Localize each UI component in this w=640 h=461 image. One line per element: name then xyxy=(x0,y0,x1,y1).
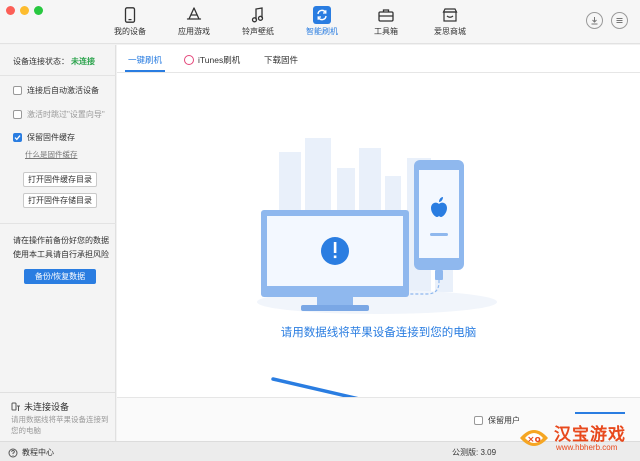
version-label: 公测版: 3.09 xyxy=(452,448,497,457)
zoom-window-button[interactable] xyxy=(34,6,43,15)
warning-line: 请在操作前备份好您的数据 xyxy=(13,236,109,245)
checkbox[interactable] xyxy=(13,86,22,95)
firmware-cache-link[interactable]: 什么是固件缓存 xyxy=(25,149,78,160)
option-label: 连接后自动激活设备 xyxy=(27,86,99,95)
nav-label: 铃声壁纸 xyxy=(242,27,274,36)
active-tab-indicator xyxy=(125,70,165,72)
nav-apps-games[interactable]: 应用游戏 xyxy=(162,6,226,42)
option-keep-cache[interactable]: 保留固件缓存 xyxy=(13,132,75,143)
device-hint: 请用数据线将苹果设备连接到您的电脑 xyxy=(11,415,109,435)
tab-label: iTunes刷机 xyxy=(198,55,241,65)
divider xyxy=(0,75,116,76)
minimize-window-button[interactable] xyxy=(20,6,29,15)
tab-label: 下载固件 xyxy=(264,55,299,65)
risk-warning: 请在操作前备份好您的数据 使用本工具请自行承担风险 xyxy=(13,234,109,262)
warning-line: 使用本工具请自行承担风险 xyxy=(13,250,109,259)
status-label: 设备连接状态： xyxy=(13,57,69,66)
phone-icon xyxy=(121,6,139,24)
main-panel: 一键刷机 iTunes刷机 下载固件 请用数据线将苹果设备连接到您的电脑 保留用… xyxy=(117,45,640,441)
tab-itunes-flash[interactable]: iTunes刷机 xyxy=(184,54,240,66)
toolbox-icon xyxy=(377,6,395,24)
checkbox-checked[interactable] xyxy=(13,133,22,142)
status-value: 未连接 xyxy=(71,57,95,66)
option-label: 保留固件缓存 xyxy=(27,133,75,142)
watermark-title: 汉宝游戏 xyxy=(554,425,626,445)
tab-one-click-flash[interactable]: 一键刷机 xyxy=(128,54,162,66)
connect-device-illustration xyxy=(257,138,497,314)
nav-label: 应用游戏 xyxy=(178,27,210,36)
menu-icon xyxy=(616,18,623,23)
device-link-icon xyxy=(11,402,20,411)
nav-label: 爱思商城 xyxy=(434,27,466,36)
itunes-icon xyxy=(184,55,194,65)
device-title-text: 未连接设备 xyxy=(24,402,70,412)
option-auto-activate[interactable]: 连接后自动激活设备 xyxy=(13,85,99,96)
open-cache-folder-button[interactable]: 打开固件缓存目录 xyxy=(23,172,97,187)
nav-label: 工具箱 xyxy=(374,27,398,36)
window-controls xyxy=(6,6,43,15)
svg-text:×o: ×o xyxy=(527,435,541,445)
menu-button[interactable] xyxy=(611,12,628,29)
connection-status: 设备连接状态： 未连接 xyxy=(13,56,95,67)
watermark-url: www.hbherb.com xyxy=(556,443,618,452)
backup-restore-button[interactable]: 备份/恢复数据 xyxy=(24,269,96,284)
site-watermark: ×o 汉宝游戏 www.hbherb.com xyxy=(514,418,638,460)
nav-toolbox[interactable]: 工具箱 xyxy=(354,6,418,42)
tutorial-center-link[interactable]: 教程中心 xyxy=(8,447,54,458)
nav-my-device[interactable]: 我的设备 xyxy=(98,6,162,42)
watermark-logo-icon: ×o xyxy=(520,430,548,446)
device-status-panel: 未连接设备 请用数据线将苹果设备连接到您的电脑 xyxy=(0,392,116,442)
help-icon xyxy=(8,448,18,457)
top-right-controls xyxy=(586,12,628,29)
download-button[interactable] xyxy=(586,12,603,29)
option-label: 激活时跳过"设置向导" xyxy=(27,110,105,119)
option-skip-setup[interactable]: 激活时跳过"设置向导" xyxy=(13,109,105,120)
close-window-button[interactable] xyxy=(6,6,15,15)
nav-ringtones[interactable]: 铃声壁纸 xyxy=(226,6,290,42)
nav-label: 智能刷机 xyxy=(306,27,338,36)
tab-label: 一键刷机 xyxy=(128,55,163,65)
nav-label: 我的设备 xyxy=(114,27,146,36)
nav-store[interactable]: 爱思商城 xyxy=(418,6,482,42)
tutorial-label: 教程中心 xyxy=(22,448,54,457)
checkbox[interactable] xyxy=(474,416,483,425)
store-icon xyxy=(441,6,459,24)
start-flash-button[interactable] xyxy=(575,412,625,414)
check-icon xyxy=(14,135,21,141)
main-nav: 我的设备 应用游戏 铃声壁纸 智能刷机 工具箱 爱思商城 xyxy=(98,6,482,42)
app-store-icon xyxy=(185,6,203,24)
divider xyxy=(0,223,116,224)
flash-tabs: 一键刷机 iTunes刷机 下载固件 xyxy=(117,45,640,73)
download-icon xyxy=(591,17,598,25)
connect-message: 请用数据线将苹果设备连接到您的电脑 xyxy=(280,327,477,339)
music-note-icon xyxy=(249,6,267,24)
checkbox[interactable] xyxy=(13,110,22,119)
refresh-icon xyxy=(313,6,331,24)
top-toolbar: 我的设备 应用游戏 铃声壁纸 智能刷机 工具箱 爱思商城 xyxy=(0,0,640,44)
sidebar: 设备连接状态： 未连接 连接后自动激活设备 激活时跳过"设置向导" 保留固件缓存 … xyxy=(0,45,116,441)
tab-download-firmware[interactable]: 下载固件 xyxy=(264,54,298,66)
device-title: 未连接设备 xyxy=(11,400,69,413)
nav-smart-flash[interactable]: 智能刷机 xyxy=(290,6,354,42)
open-storage-folder-button[interactable]: 打开固件存储目录 xyxy=(23,193,97,208)
